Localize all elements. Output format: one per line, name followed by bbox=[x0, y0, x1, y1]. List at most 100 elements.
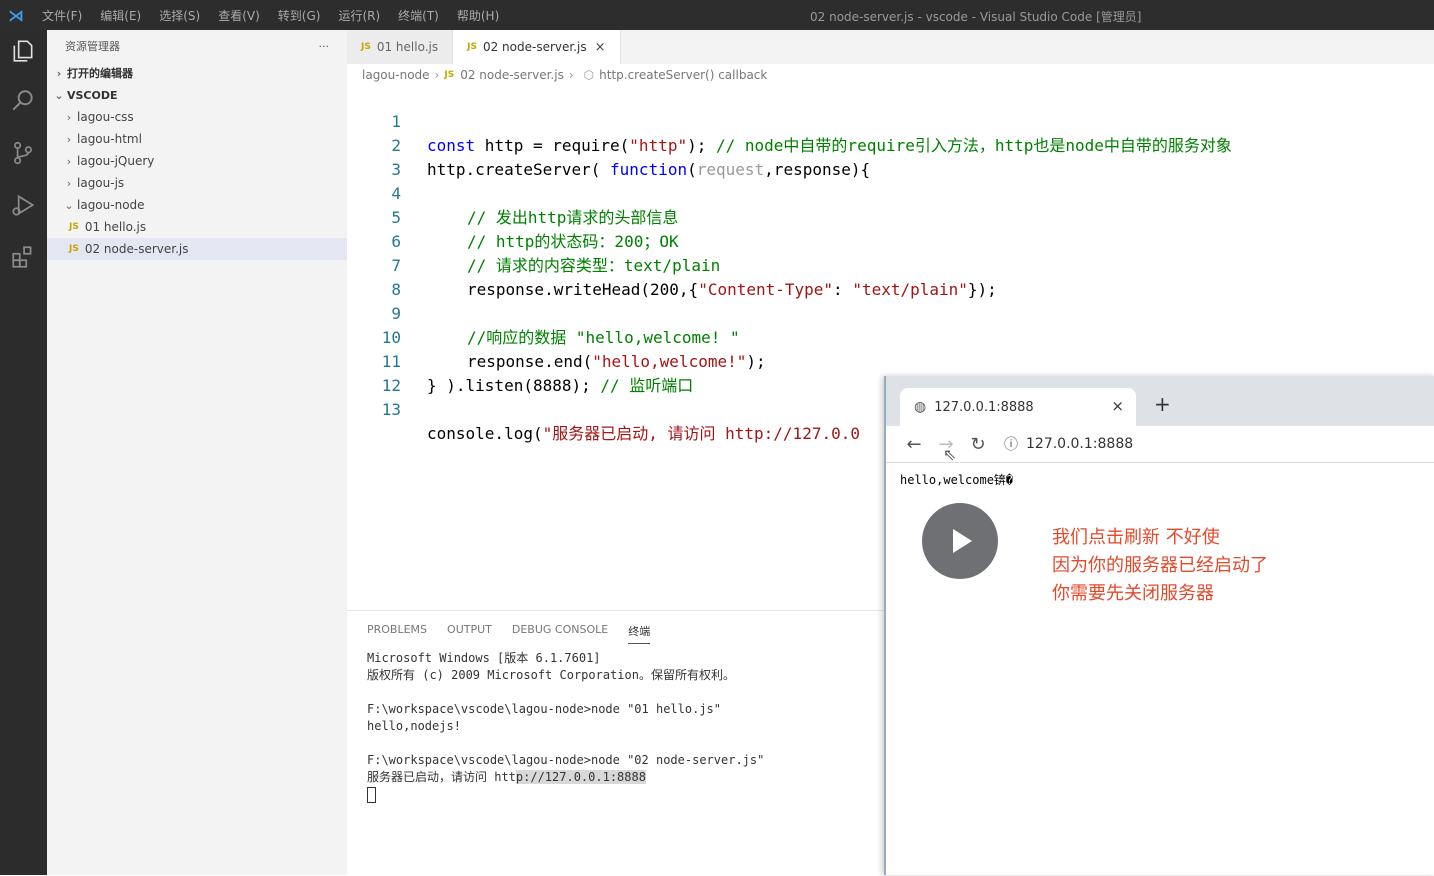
tab-terminal[interactable]: 终端 bbox=[628, 623, 651, 644]
open-editors-section[interactable]: › 打开的编辑器 bbox=[47, 62, 347, 84]
breadcrumb: lagou-node › JS 02 node-server.js › ⬡ ht… bbox=[347, 64, 1434, 86]
page-content: hello,welcome锛� bbox=[900, 473, 1014, 487]
code-line: 11 } ).listen(8888); // 监听端口 bbox=[347, 326, 694, 395]
menu-file[interactable]: 文件(F) bbox=[42, 7, 82, 24]
code-line: 5 // http的状态码：200；OK bbox=[347, 182, 678, 251]
code-token: http = require( bbox=[475, 136, 630, 155]
tab-output[interactable]: OUTPUT bbox=[447, 623, 492, 644]
folder-lagou-node[interactable]: ⌄ lagou-node bbox=[47, 194, 347, 216]
folder-lagou-js[interactable]: › lagou-js bbox=[47, 172, 347, 194]
folder-lagou-html[interactable]: › lagou-html bbox=[47, 128, 347, 150]
more-actions-icon[interactable]: ··· bbox=[319, 40, 330, 53]
menu-go[interactable]: 转到(G) bbox=[278, 7, 321, 24]
menu-bar: 文件(F) 编辑(E) 选择(S) 查看(V) 转到(G) 运行(R) 终端(T… bbox=[32, 7, 499, 24]
explorer-header: 资源管理器 ··· bbox=[47, 30, 347, 62]
run-debug-icon[interactable] bbox=[8, 192, 38, 222]
close-icon[interactable]: × bbox=[1111, 397, 1124, 415]
tab-problems[interactable]: PROBLEMS bbox=[367, 623, 427, 644]
terminal-text: 服务器已启动，请访问 htt bbox=[367, 770, 516, 784]
terminal-line: 服务器已启动，请访问 http://127.0.0.1:8888 bbox=[367, 769, 885, 786]
menu-selection[interactable]: 选择(S) bbox=[159, 7, 200, 24]
terminal-line: 版权所有 (c) 2009 Microsoft Corporation。保留所有… bbox=[367, 668, 735, 682]
code-line: 10 response.end("hello,welcome!"); bbox=[347, 302, 766, 371]
code-comment: // 请求的内容类型：text/plain bbox=[467, 256, 721, 275]
code-token: ); bbox=[746, 352, 766, 371]
code-token: "text/plain" bbox=[852, 280, 968, 299]
menu-run[interactable]: 运行(R) bbox=[338, 7, 380, 24]
extensions-icon[interactable] bbox=[8, 244, 38, 274]
folder-lagou-jquery[interactable]: › lagou-jQuery bbox=[47, 150, 347, 172]
editor-tabs: JS 01 hello.js JS 02 node-server.js × bbox=[347, 30, 1434, 64]
play-button[interactable] bbox=[922, 503, 998, 579]
breadcrumb-folder[interactable]: lagou-node bbox=[362, 68, 430, 82]
workspace-label: VSCODE bbox=[67, 88, 118, 102]
activity-bar bbox=[0, 30, 47, 875]
caption-line: 我们点击刷新 不好使 bbox=[1052, 527, 1220, 548]
reload-icon[interactable]: ↻ bbox=[962, 434, 994, 455]
folder-label: lagou-jQuery bbox=[77, 154, 155, 168]
menu-terminal[interactable]: 终端(T) bbox=[398, 7, 439, 24]
terminal-output[interactable]: Microsoft Windows [版本 6.1.7601] 版权所有 (c)… bbox=[347, 644, 885, 803]
close-icon[interactable]: × bbox=[595, 40, 606, 55]
breadcrumb-symbol[interactable]: http.createServer() callback bbox=[599, 68, 767, 82]
js-file-icon: JS bbox=[69, 222, 79, 232]
chevron-right-icon: › bbox=[66, 132, 72, 146]
workspace-section[interactable]: ⌄ VSCODE bbox=[47, 84, 347, 106]
terminal-line: F:\workspace\vscode\lagou-node>node "02 … bbox=[367, 753, 765, 767]
line-number: 13 bbox=[381, 400, 401, 419]
code-comment: //响应的数据 "hello,welcome! " bbox=[467, 328, 740, 347]
code-token: ( bbox=[687, 160, 697, 179]
folder-label: lagou-js bbox=[77, 176, 125, 190]
breadcrumb-file[interactable]: 02 node-server.js bbox=[460, 68, 564, 82]
info-icon[interactable]: ⓘ bbox=[1004, 434, 1018, 454]
address-text: 127.0.0.1:8888 bbox=[1026, 436, 1134, 452]
file-01-hello[interactable]: JS 01 hello.js bbox=[47, 216, 347, 238]
browser-tab[interactable]: ◍ 127.0.0.1:8888 × bbox=[900, 388, 1136, 426]
code-line: 13 console.log("服务器已启动, 请访问 http://127.0… bbox=[347, 374, 860, 443]
js-file-icon: JS bbox=[467, 42, 477, 52]
code-comment: // http的状态码：200；OK bbox=[467, 232, 679, 251]
mouse-cursor-icon: ⇖ bbox=[943, 445, 957, 464]
file-02-node-server[interactable]: JS 02 node-server.js bbox=[47, 238, 347, 260]
back-arrow-icon[interactable]: ← bbox=[898, 434, 930, 455]
terminal-line: hello,nodejs! bbox=[367, 719, 461, 733]
terminal-line: F:\workspace\vscode\lagou-node>node "01 … bbox=[367, 702, 722, 716]
search-icon[interactable] bbox=[8, 88, 38, 118]
explorer-icon[interactable] bbox=[8, 38, 38, 68]
globe-icon: ◍ bbox=[914, 399, 927, 415]
menu-edit[interactable]: 编辑(E) bbox=[100, 7, 141, 24]
code-line: 2 http.createServer( function(request,re… bbox=[347, 110, 870, 179]
browser-tab-strip: ◍ 127.0.0.1:8888 × + bbox=[886, 376, 1434, 426]
chevron-right-icon: › bbox=[66, 154, 72, 168]
tab-01-hello[interactable]: JS 01 hello.js bbox=[347, 30, 454, 64]
new-tab-button[interactable]: + bbox=[1154, 392, 1171, 416]
code-token: "hello,welcome!" bbox=[592, 352, 747, 371]
code-line: 7 response.writeHead(200,{"Content-Type"… bbox=[347, 230, 996, 299]
panel-tabs: PROBLEMS OUTPUT DEBUG CONSOLE 终端 bbox=[347, 611, 885, 644]
code-line: 6 // 请求的内容类型：text/plain bbox=[347, 206, 720, 275]
open-editors-label: 打开的编辑器 bbox=[67, 67, 133, 80]
code-token: console.log( bbox=[427, 424, 543, 443]
file-label: 01 hello.js bbox=[84, 220, 147, 234]
terminal-line: Microsoft Windows [版本 6.1.7601] bbox=[367, 651, 601, 665]
code-token: http.createServer( bbox=[427, 160, 611, 179]
folder-lagou-css[interactable]: › lagou-css bbox=[47, 106, 347, 128]
code-token: const bbox=[427, 136, 476, 155]
code-token: response.writeHead(200,{ bbox=[467, 280, 699, 299]
file-label: 02 node-server.js bbox=[84, 242, 189, 256]
menu-help[interactable]: 帮助(H) bbox=[457, 7, 499, 24]
folder-label: lagou-css bbox=[77, 110, 134, 124]
video-caption: 我们点击刷新 不好使 因为你的服务器已经启动了 你需要先关闭服务器 bbox=[1052, 524, 1268, 608]
browser-toolbar: ← → ↻ ⓘ 127.0.0.1:8888 bbox=[886, 426, 1434, 463]
address-bar[interactable]: ⓘ 127.0.0.1:8888 bbox=[1004, 434, 1133, 454]
js-file-icon: JS bbox=[361, 42, 371, 52]
tab-02-node-server[interactable]: JS 02 node-server.js × bbox=[453, 30, 621, 64]
chevron-right-icon: › bbox=[66, 110, 72, 124]
tab-debug-console[interactable]: DEBUG CONSOLE bbox=[512, 623, 608, 644]
menu-view[interactable]: 查看(V) bbox=[218, 7, 260, 24]
code-line: 1 const http = require("http"); // node中… bbox=[347, 86, 1232, 155]
title-bar: ⋊ 文件(F) 编辑(E) 选择(S) 查看(V) 转到(G) 运行(R) 终端… bbox=[0, 0, 1434, 30]
code-token: }); bbox=[967, 280, 997, 299]
explorer-title: 资源管理器 bbox=[65, 40, 120, 53]
source-control-icon[interactable] bbox=[8, 140, 38, 170]
